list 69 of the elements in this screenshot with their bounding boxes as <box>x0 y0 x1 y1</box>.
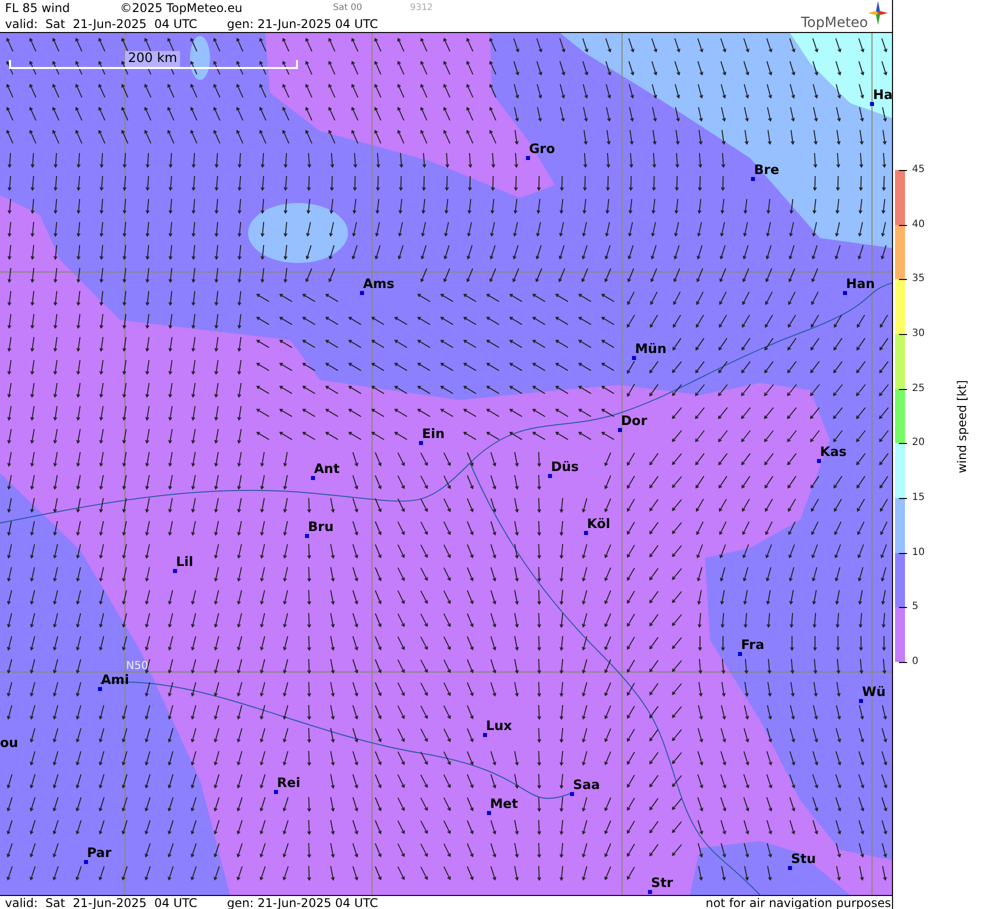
code-label: 9312 <box>410 3 433 13</box>
city-label: Ant <box>314 463 340 477</box>
scale-tick-label: 30 <box>912 328 925 340</box>
city-marker-icon <box>483 733 487 737</box>
city-label: Str <box>651 877 673 891</box>
city-marker-icon <box>859 699 863 703</box>
city-label: Düs <box>551 461 579 475</box>
city-marker-icon <box>632 356 636 360</box>
city-marker-icon <box>98 687 102 691</box>
scale-tick-label: 25 <box>912 382 925 395</box>
scale-tick-label: 45 <box>912 164 925 176</box>
disclaimer-text: not for air navigation purposes <box>706 896 892 909</box>
scale-tick-label: 40 <box>912 218 925 231</box>
city-label: Bre <box>754 164 780 178</box>
city-marker-icon <box>570 792 574 796</box>
chart-title: FL 85 wind <box>5 1 71 15</box>
latitude-label: N50 <box>126 659 148 672</box>
city-label: Bru <box>308 521 334 535</box>
city-marker-icon <box>360 291 364 295</box>
generated-time-text: gen: 21-Jun-2025 04 UTC <box>227 896 378 909</box>
compass-star-icon <box>868 1 888 25</box>
city-label: Mün <box>635 343 666 357</box>
legend-title: wind speed [kt] <box>955 380 969 474</box>
city-label: Fra <box>741 639 764 653</box>
city-label: Ha <box>873 89 892 103</box>
city-marker-icon <box>419 441 423 445</box>
city-label: ou <box>0 737 18 751</box>
city-marker-icon <box>817 459 821 463</box>
city-marker-icon <box>648 890 652 894</box>
city-label: Lil <box>176 556 194 570</box>
run-label: Sat 00 <box>333 3 364 13</box>
city-label: Par <box>87 847 112 861</box>
valid-time-text: valid: Sat 21-Jun-2025 04 UTC <box>5 17 198 31</box>
city-marker-icon <box>487 811 491 815</box>
city-label: Ami <box>101 674 130 688</box>
scale-tick-label: 15 <box>912 492 925 504</box>
scale-tick-label: 0 <box>912 656 918 668</box>
city-label: Köl <box>587 518 610 532</box>
city-marker-icon <box>870 102 874 106</box>
city-marker-icon <box>618 428 622 432</box>
city-label: Gro <box>529 143 556 157</box>
city-marker-icon <box>548 474 552 478</box>
city-marker-icon <box>311 476 315 480</box>
copyright-text: ©2025 TopMeteo.eu <box>120 1 244 15</box>
city-label: Saa <box>573 779 600 793</box>
city-marker-icon <box>584 531 588 535</box>
city-marker-icon <box>305 534 309 538</box>
city-label: Met <box>490 798 518 812</box>
scale-tick-label: 10 <box>912 546 925 559</box>
city-marker-icon <box>173 569 177 573</box>
city-marker-icon <box>84 860 88 864</box>
city-label: Kas <box>820 446 847 460</box>
city-label: Rei <box>277 777 300 791</box>
city-marker-icon <box>274 790 278 794</box>
city-marker-icon <box>751 177 755 181</box>
valid-time-text: valid: Sat 21-Jun-2025 04 UTC <box>5 896 198 909</box>
scale-tick-label: 20 <box>912 437 925 450</box>
scale-tick-label: 5 <box>912 601 918 614</box>
city-marker-icon <box>526 156 530 160</box>
city-label: Lux <box>486 720 512 734</box>
generated-time-text: gen: 21-Jun-2025 04 UTC <box>227 17 378 31</box>
city-label: Stu <box>791 853 816 867</box>
city-marker-icon <box>843 291 847 295</box>
logo-text: TopMeteo <box>801 15 868 31</box>
scale-tick-label: 35 <box>912 273 925 286</box>
city-marker-icon <box>788 866 792 870</box>
scale-label: 200 km <box>125 51 180 67</box>
city-marker-icon <box>738 652 742 656</box>
city-label: Ein <box>422 428 445 442</box>
